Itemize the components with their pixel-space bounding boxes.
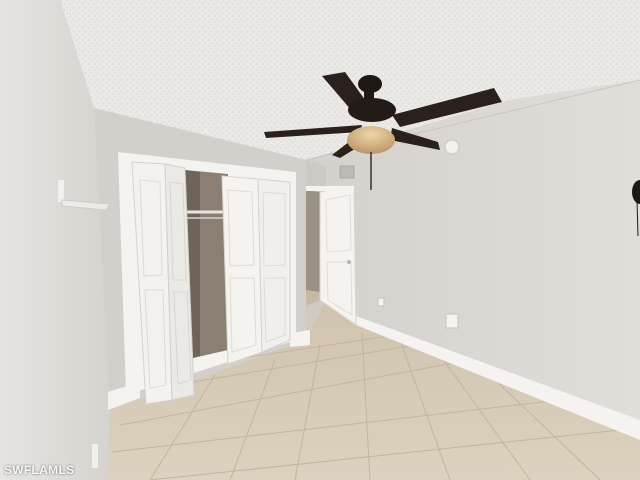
smoke-detector — [444, 139, 460, 155]
left-wall-outlet — [92, 444, 98, 468]
wall-outlet-small — [377, 297, 385, 307]
door-frame-top — [306, 186, 354, 191]
fan-light-globe — [347, 126, 395, 154]
closet-bifold-door-right[interactable] — [221, 175, 291, 365]
room-scene — [0, 0, 640, 480]
bedroom-door[interactable] — [319, 184, 357, 326]
wall-outlet — [445, 313, 459, 329]
door-knob[interactable] — [347, 260, 351, 264]
watermark: SWFLAMLS — [4, 463, 75, 477]
ac-vent — [339, 165, 355, 179]
hallway-opening — [306, 190, 320, 305]
bedroom-photo: SWFLAMLS — [0, 0, 640, 480]
